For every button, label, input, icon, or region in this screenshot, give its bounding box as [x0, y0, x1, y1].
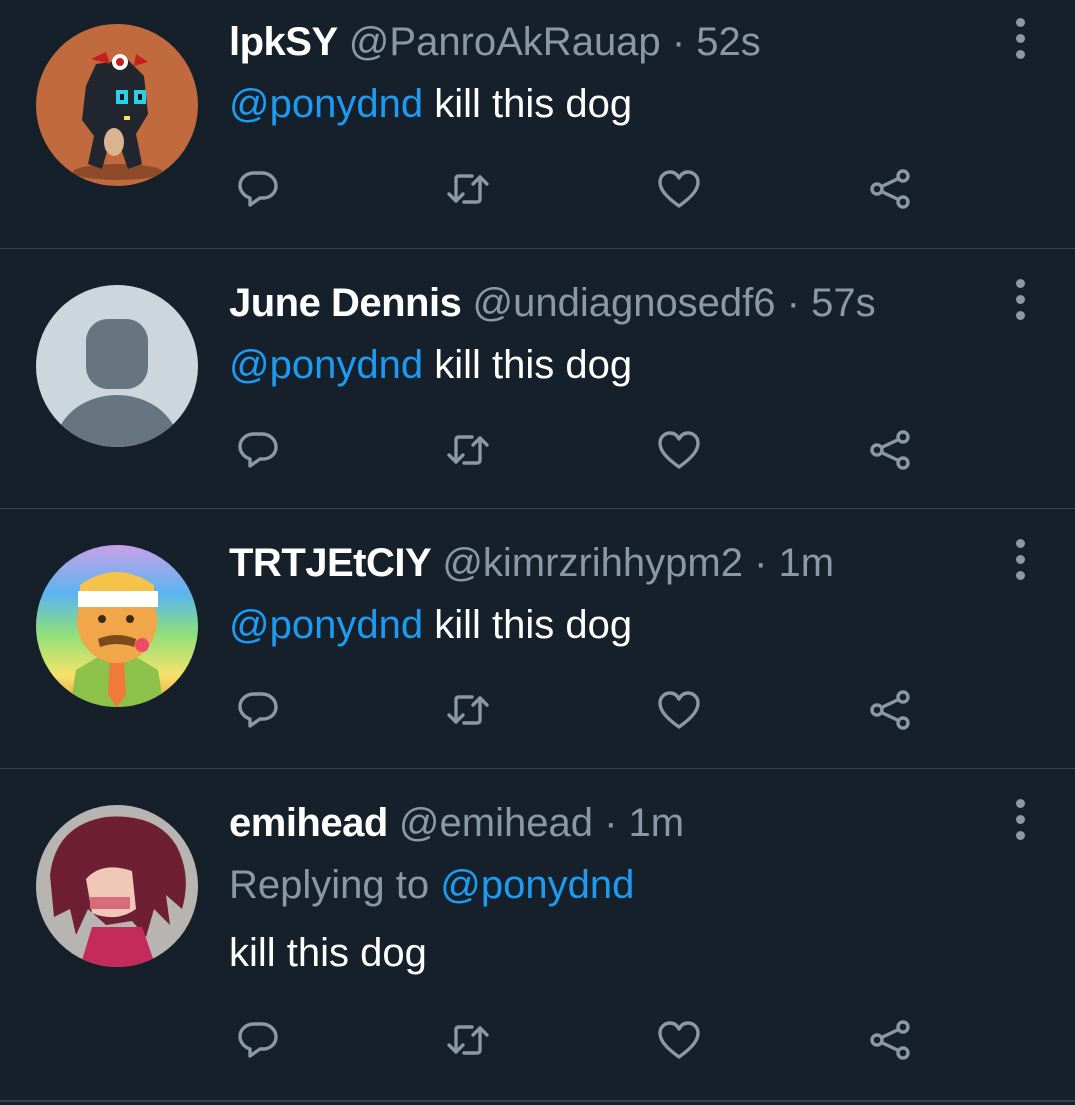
user-handle[interactable]: @emihead: [399, 801, 593, 845]
tweet-header: June Dennis @undiagnosedf6 · 57s: [229, 279, 985, 327]
mention-link[interactable]: @ponydnd: [229, 82, 423, 126]
share-icon: [870, 430, 910, 470]
user-handle[interactable]: @kimrzrihhypm2: [442, 541, 743, 585]
display-name[interactable]: emihead: [229, 801, 388, 845]
retweet-button[interactable]: [443, 1015, 493, 1065]
timestamp[interactable]: 1m: [779, 541, 835, 585]
tweet-body-text: kill this dog: [434, 603, 633, 647]
tweet[interactable]: TRTJEtCIY @kimrzrihhypm2 · 1m @ponydnd k…: [0, 509, 1075, 769]
avatar[interactable]: [36, 805, 198, 967]
avatar[interactable]: [36, 24, 198, 186]
tweet-header: TRTJEtCIY @kimrzrihhypm2 · 1m: [229, 539, 985, 587]
more-options-icon[interactable]: [1005, 799, 1035, 849]
timestamp[interactable]: 1m: [629, 801, 685, 845]
tweet-header: lpkSY @PanroAkRauap · 52s: [229, 18, 985, 66]
like-icon: [658, 1021, 700, 1059]
tweet-body-text: kill this dog: [434, 82, 633, 126]
retweet-button[interactable]: [443, 685, 493, 735]
separator-dot: ·: [786, 281, 800, 325]
reply-button[interactable]: [233, 425, 283, 475]
share-icon: [870, 169, 910, 209]
user-handle[interactable]: @PanroAkRauap: [349, 20, 661, 64]
like-button[interactable]: [654, 425, 704, 475]
reply-icon: [238, 171, 278, 207]
like-button[interactable]: [654, 685, 704, 735]
reply-icon: [238, 432, 278, 468]
retweet-icon: [447, 435, 489, 465]
like-button[interactable]: [654, 164, 704, 214]
mention-link[interactable]: @ponydnd: [440, 863, 634, 907]
user-handle[interactable]: @undiagnosedf6: [472, 281, 775, 325]
tweet-actions: [0, 1015, 1075, 1065]
like-icon: [658, 170, 700, 208]
more-options-icon[interactable]: [1005, 279, 1035, 329]
reply-button[interactable]: [233, 685, 283, 735]
reply-icon: [238, 1022, 278, 1058]
share-icon: [870, 1020, 910, 1060]
tweet-text: @ponydnd kill this dog: [229, 601, 632, 649]
timestamp[interactable]: 52s: [696, 20, 761, 64]
separator-dot: ·: [671, 20, 686, 64]
retweet-icon: [447, 174, 489, 204]
more-options-icon[interactable]: [1005, 18, 1035, 68]
tweet[interactable]: lpkSY @PanroAkRauap · 52s @ponydnd kill …: [0, 0, 1075, 249]
tweet-header: emihead @emihead · 1m: [229, 799, 985, 847]
separator-dot: ·: [754, 541, 768, 585]
display-name[interactable]: TRTJEtCIY: [229, 541, 432, 585]
tweet-text: kill this dog: [229, 929, 427, 977]
tweet-text: @ponydnd kill this dog: [229, 341, 632, 389]
display-name[interactable]: June Dennis: [229, 281, 462, 325]
display-name[interactable]: lpkSY: [229, 20, 338, 64]
tweet[interactable]: June Dennis @undiagnosedf6 · 57s @ponydn…: [0, 249, 1075, 509]
tweet-actions: [0, 685, 1075, 735]
separator-dot: ·: [604, 801, 618, 845]
tweet-text: @ponydnd kill this dog: [229, 80, 632, 128]
like-icon: [658, 691, 700, 729]
retweet-button[interactable]: [443, 425, 493, 475]
reply-button[interactable]: [233, 1015, 283, 1065]
tweet[interactable]: emihead @emihead · 1m Replying to @ponyd…: [0, 769, 1075, 1102]
share-button[interactable]: [865, 685, 915, 735]
replying-to: Replying to @ponydnd: [229, 861, 634, 909]
share-button[interactable]: [865, 1015, 915, 1065]
retweet-button[interactable]: [443, 164, 493, 214]
retweet-icon: [447, 695, 489, 725]
like-button[interactable]: [654, 1015, 704, 1065]
share-button[interactable]: [865, 164, 915, 214]
reply-button[interactable]: [233, 164, 283, 214]
mention-link[interactable]: @ponydnd: [229, 603, 423, 647]
tweet-actions: [0, 425, 1075, 475]
retweet-icon: [447, 1025, 489, 1055]
share-icon: [870, 690, 910, 730]
tweet-body-text: kill this dog: [229, 931, 427, 975]
avatar[interactable]: [36, 285, 198, 447]
like-icon: [658, 431, 700, 469]
tweet-body-text: kill this dog: [434, 343, 633, 387]
replying-prefix: Replying to: [229, 863, 430, 907]
avatar[interactable]: [36, 545, 198, 707]
tweet-actions: [0, 164, 1075, 214]
reply-icon: [238, 692, 278, 728]
timestamp[interactable]: 57s: [811, 281, 876, 325]
more-options-icon[interactable]: [1005, 539, 1035, 589]
mention-link[interactable]: @ponydnd: [229, 343, 423, 387]
share-button[interactable]: [865, 425, 915, 475]
